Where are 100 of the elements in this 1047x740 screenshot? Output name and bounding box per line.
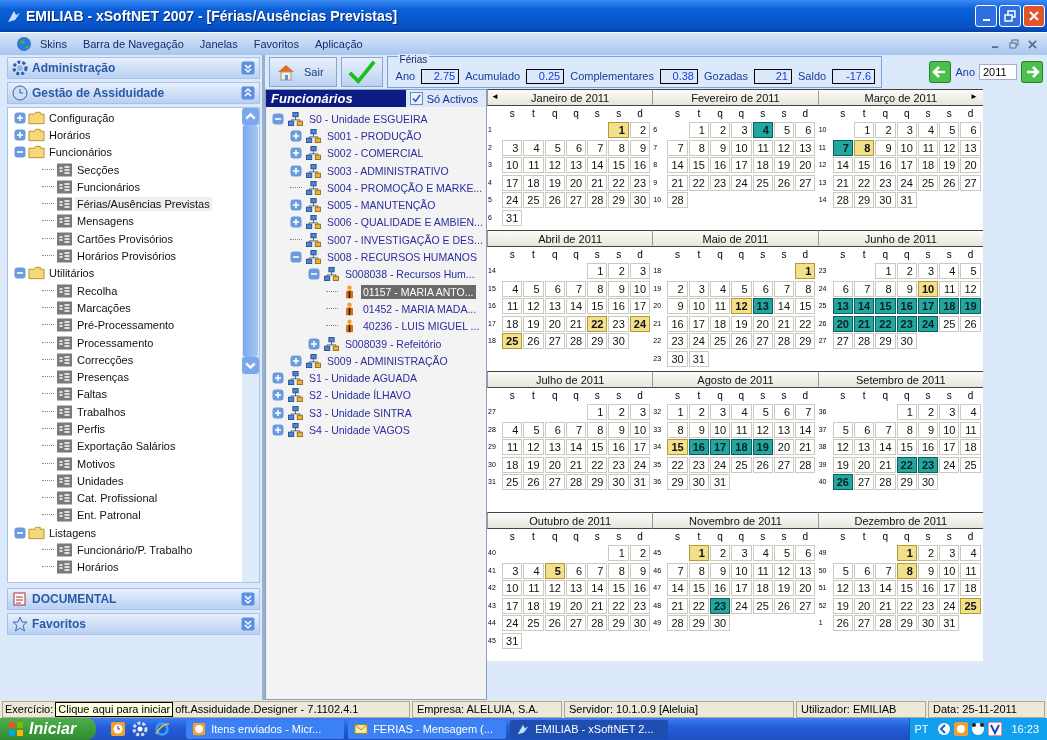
day-cell[interactable]: 1 [587,404,608,420]
tree-item[interactable]: Unidades [75,473,126,488]
day-cell[interactable]: 30 [896,333,917,349]
day-cell[interactable]: 13 [565,580,587,596]
day-cell[interactable]: 6 [853,562,875,579]
day-cell[interactable]: 13 [544,439,565,455]
day-cell[interactable]: 13 [544,298,565,314]
day-cell[interactable]: 23 [896,315,917,332]
day-cell[interactable]: 30 [688,474,709,490]
tree-item[interactable]: S009 - ADMINISTRAÇÃO [325,353,450,368]
tree-item[interactable]: 40236 - LUIS MIGUEL ... [361,319,482,334]
day-cell[interactable]: 27 [832,333,853,349]
day-cell[interactable]: 5 [832,562,853,579]
day-cell[interactable]: 20 [565,597,587,614]
day-cell[interactable]: 28 [795,456,816,473]
day-cell[interactable]: 29 [587,333,608,349]
tree-item[interactable]: Motivos [75,456,117,471]
day-cell[interactable]: 1 [587,263,608,279]
day-cell[interactable]: 11 [502,439,523,455]
day-cell[interactable]: 25 [960,456,981,473]
day-cell[interactable]: 28 [773,333,795,349]
day-cell[interactable]: 29 [587,474,608,490]
day-cell[interactable]: 26 [752,456,773,473]
day-cell[interactable]: 5 [939,122,960,138]
day-cell[interactable]: 9 [917,421,939,438]
day-cell[interactable]: 21 [565,456,587,473]
day-cell[interactable]: 2 [688,404,709,420]
day-cell[interactable]: 20 [853,456,875,473]
tree-item[interactable]: S008038 - Recursos Hum... [343,267,477,282]
tree-item[interactable]: Listagens [47,525,99,540]
day-cell[interactable]: 23 [629,174,651,191]
day-cell[interactable]: 18 [917,157,939,173]
day-cell[interactable]: 24 [731,597,752,614]
day-cell[interactable]: 2 [608,404,629,420]
taskbar-button[interactable]: FERIAS - Mensagem (... [348,719,507,739]
tree-item[interactable]: S001 - PRODUÇÃO [325,128,424,143]
tree-item[interactable]: Presenças [75,370,131,385]
day-cell[interactable]: 28 [853,333,875,349]
day-cell[interactable]: 29 [875,333,896,349]
day-cell[interactable]: 26 [832,474,853,490]
day-cell[interactable]: 16 [917,580,939,596]
day-cell[interactable]: 3 [502,562,523,579]
day-cell[interactable]: 20 [773,439,795,455]
day-cell[interactable]: 7 [587,139,608,156]
day-cell[interactable]: 23 [917,597,939,614]
value-field[interactable]: 0.38 [659,68,698,84]
day-cell[interactable]: 19 [939,157,960,173]
day-cell[interactable]: 3 [731,545,752,561]
day-cell[interactable]: 11 [523,157,544,173]
day-cell[interactable]: 21 [587,597,608,614]
restore-icon[interactable] [1009,39,1019,49]
day-cell[interactable]: 17 [709,439,731,455]
value-field[interactable]: 0.25 [526,68,565,84]
next-year-icon[interactable] [1021,61,1043,83]
expand-icon[interactable] [290,354,302,367]
tree-item[interactable]: Horários Provisórios [75,249,179,263]
day-cell[interactable]: 3 [896,122,917,138]
day-cell[interactable]: 30 [608,333,629,349]
day-cell[interactable]: 6 [853,421,875,438]
day-cell[interactable]: 12 [832,439,853,455]
day-cell[interactable]: 15 [608,580,629,596]
day-cell[interactable]: 25 [709,333,731,349]
day-cell[interactable]: 20 [960,157,981,173]
day-cell[interactable]: 1 [608,122,629,138]
day-cell[interactable]: 10 [709,421,731,438]
day-cell[interactable]: 12 [832,580,853,596]
day-cell[interactable]: 14 [565,298,587,314]
day-cell[interactable]: 17 [731,580,752,596]
day-cell[interactable]: 4 [502,421,523,438]
day-cell[interactable]: 4 [731,404,752,420]
day-cell[interactable]: 20 [832,315,853,332]
day-cell[interactable]: 2 [608,263,629,279]
day-cell[interactable]: 10 [629,280,651,297]
day-cell[interactable]: 27 [853,615,875,631]
day-cell[interactable]: 9 [608,421,629,438]
expand-icon[interactable] [290,164,302,177]
day-cell[interactable]: 17 [629,298,651,314]
day-cell[interactable]: 23 [709,174,731,191]
collapse-icon[interactable] [290,251,302,263]
day-cell[interactable]: 21 [565,315,587,332]
day-cell[interactable]: 26 [523,474,544,490]
tree-item[interactable]: 01452 - MARIA MADA... [361,301,479,316]
day-cell[interactable]: 23 [667,333,688,349]
day-cell[interactable]: 4 [502,280,523,297]
day-cell[interactable]: 31 [502,209,523,226]
day-cell[interactable]: 19 [523,456,544,473]
day-cell[interactable]: 8 [608,562,629,579]
day-cell[interactable]: 5 [752,404,773,420]
day-cell[interactable]: 3 [629,263,651,279]
day-cell[interactable]: 6 [795,545,816,561]
tree-item[interactable]: S0 - Unidade ESGUEIRA [307,111,430,126]
tree-item[interactable]: S005 - MANUTENÇÃO [325,198,438,213]
previous-year-icon[interactable] [929,61,952,83]
day-cell[interactable]: 21 [667,174,688,191]
day-cell[interactable]: 1 [795,263,816,279]
day-cell[interactable]: 16 [667,315,688,332]
day-cell[interactable]: 10 [731,562,752,579]
day-cell[interactable]: 27 [565,192,587,208]
day-cell[interactable]: 26 [939,174,960,191]
tree-item[interactable]: Horários [47,127,93,142]
